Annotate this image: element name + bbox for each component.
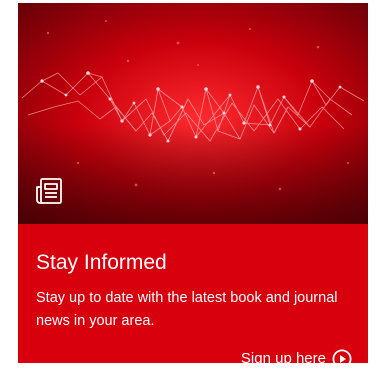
network-hero-image — [18, 3, 368, 224]
sign-up-label: Sign up here — [240, 350, 326, 363]
stay-informed-card: Stay Informed Stay up to date with the l… — [18, 3, 368, 363]
play-circle-icon — [332, 349, 352, 363]
newspaper-icon — [34, 176, 64, 206]
card-description: Stay up to date with the latest book and… — [36, 290, 338, 329]
card-title: Stay Informed — [36, 251, 167, 274]
card-content: Stay Informed Stay up to date with the l… — [18, 224, 368, 363]
sign-up-link[interactable]: Sign up here — [241, 349, 352, 363]
